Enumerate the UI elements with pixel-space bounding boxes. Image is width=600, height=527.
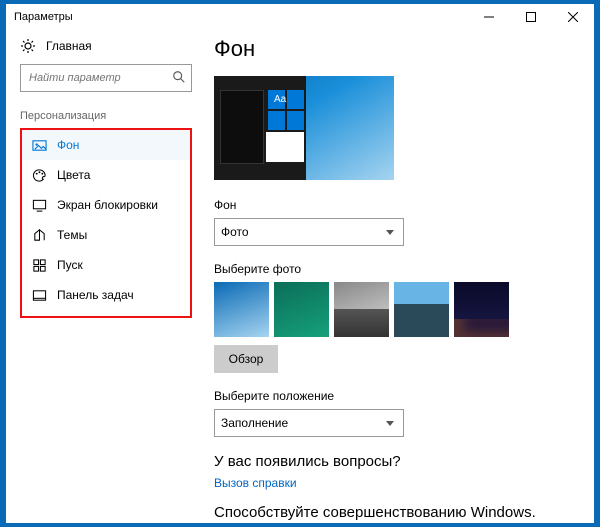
maximize-icon: [526, 12, 536, 22]
help-link[interactable]: Вызов справки: [214, 476, 574, 490]
start-icon: [32, 258, 47, 273]
search-icon: [172, 70, 186, 84]
desktop-preview: Aa: [214, 76, 394, 180]
maximize-button[interactable]: [510, 4, 552, 30]
titlebar: Параметры: [6, 4, 594, 30]
choose-photo-label: Выберите фото: [214, 262, 574, 276]
sidebar-item-label: Пуск: [57, 258, 83, 272]
close-icon: [568, 12, 578, 22]
gear-icon: [20, 38, 36, 54]
minimize-icon: [484, 12, 494, 22]
window-title: Параметры: [14, 11, 73, 23]
taskbar-icon: [32, 288, 47, 303]
search-box[interactable]: [20, 64, 192, 92]
sidebar-item-themes[interactable]: Темы: [22, 220, 190, 250]
fit-combo[interactable]: Заполнение: [214, 409, 404, 437]
palette-icon: [32, 168, 47, 183]
photo-thumb[interactable]: [274, 282, 329, 337]
main-content: Фон Aa Фон Фото Выберите фото: [206, 30, 594, 523]
sidebar-item-background[interactable]: Фон: [22, 130, 190, 160]
window-body: Главная Персонализация Фон Цвета Экра: [6, 30, 594, 523]
sidebar-item-label: Фон: [57, 138, 79, 152]
fit-select[interactable]: Заполнение: [214, 409, 404, 437]
photo-thumb[interactable]: [394, 282, 449, 337]
sidebar-nav-highlight: Фон Цвета Экран блокировки Темы Пуск: [20, 128, 192, 318]
background-type-label: Фон: [214, 198, 574, 212]
sidebar-item-label: Темы: [57, 228, 87, 242]
minimize-button[interactable]: [468, 4, 510, 30]
sidebar-item-label: Экран блокировки: [57, 198, 158, 212]
questions-heading: У вас появились вопросы?: [214, 453, 574, 470]
sidebar-item-colors[interactable]: Цвета: [22, 160, 190, 190]
close-button[interactable]: [552, 4, 594, 30]
browse-button[interactable]: Обзор: [214, 345, 278, 373]
photo-thumb[interactable]: [334, 282, 389, 337]
background-type-select[interactable]: Фото: [214, 218, 404, 246]
feedback-heading: Способствуйте совершенствованию Windows.: [214, 504, 574, 521]
sidebar-item-label: Цвета: [57, 168, 90, 182]
photo-thumbnails: [214, 282, 574, 337]
sidebar: Главная Персонализация Фон Цвета Экра: [6, 30, 206, 523]
picture-icon: [32, 138, 47, 153]
search-input[interactable]: [20, 64, 192, 92]
lockscreen-icon: [32, 198, 47, 213]
sidebar-section-label: Персонализация: [20, 110, 192, 122]
photo-thumb[interactable]: [214, 282, 269, 337]
sidebar-item-start[interactable]: Пуск: [22, 250, 190, 280]
fit-label: Выберите положение: [214, 389, 574, 403]
window-controls: [468, 4, 594, 30]
sidebar-item-taskbar[interactable]: Панель задач: [22, 280, 190, 310]
sidebar-item-lockscreen[interactable]: Экран блокировки: [22, 190, 190, 220]
themes-icon: [32, 228, 47, 243]
sidebar-item-label: Панель задач: [57, 288, 134, 302]
page-title: Фон: [214, 36, 574, 62]
photo-thumb[interactable]: [454, 282, 509, 337]
background-type-combo[interactable]: Фото: [214, 218, 404, 246]
home-label: Главная: [46, 39, 92, 53]
home-link[interactable]: Главная: [20, 38, 192, 54]
settings-window: Параметры Главная Персонализация: [5, 3, 595, 524]
